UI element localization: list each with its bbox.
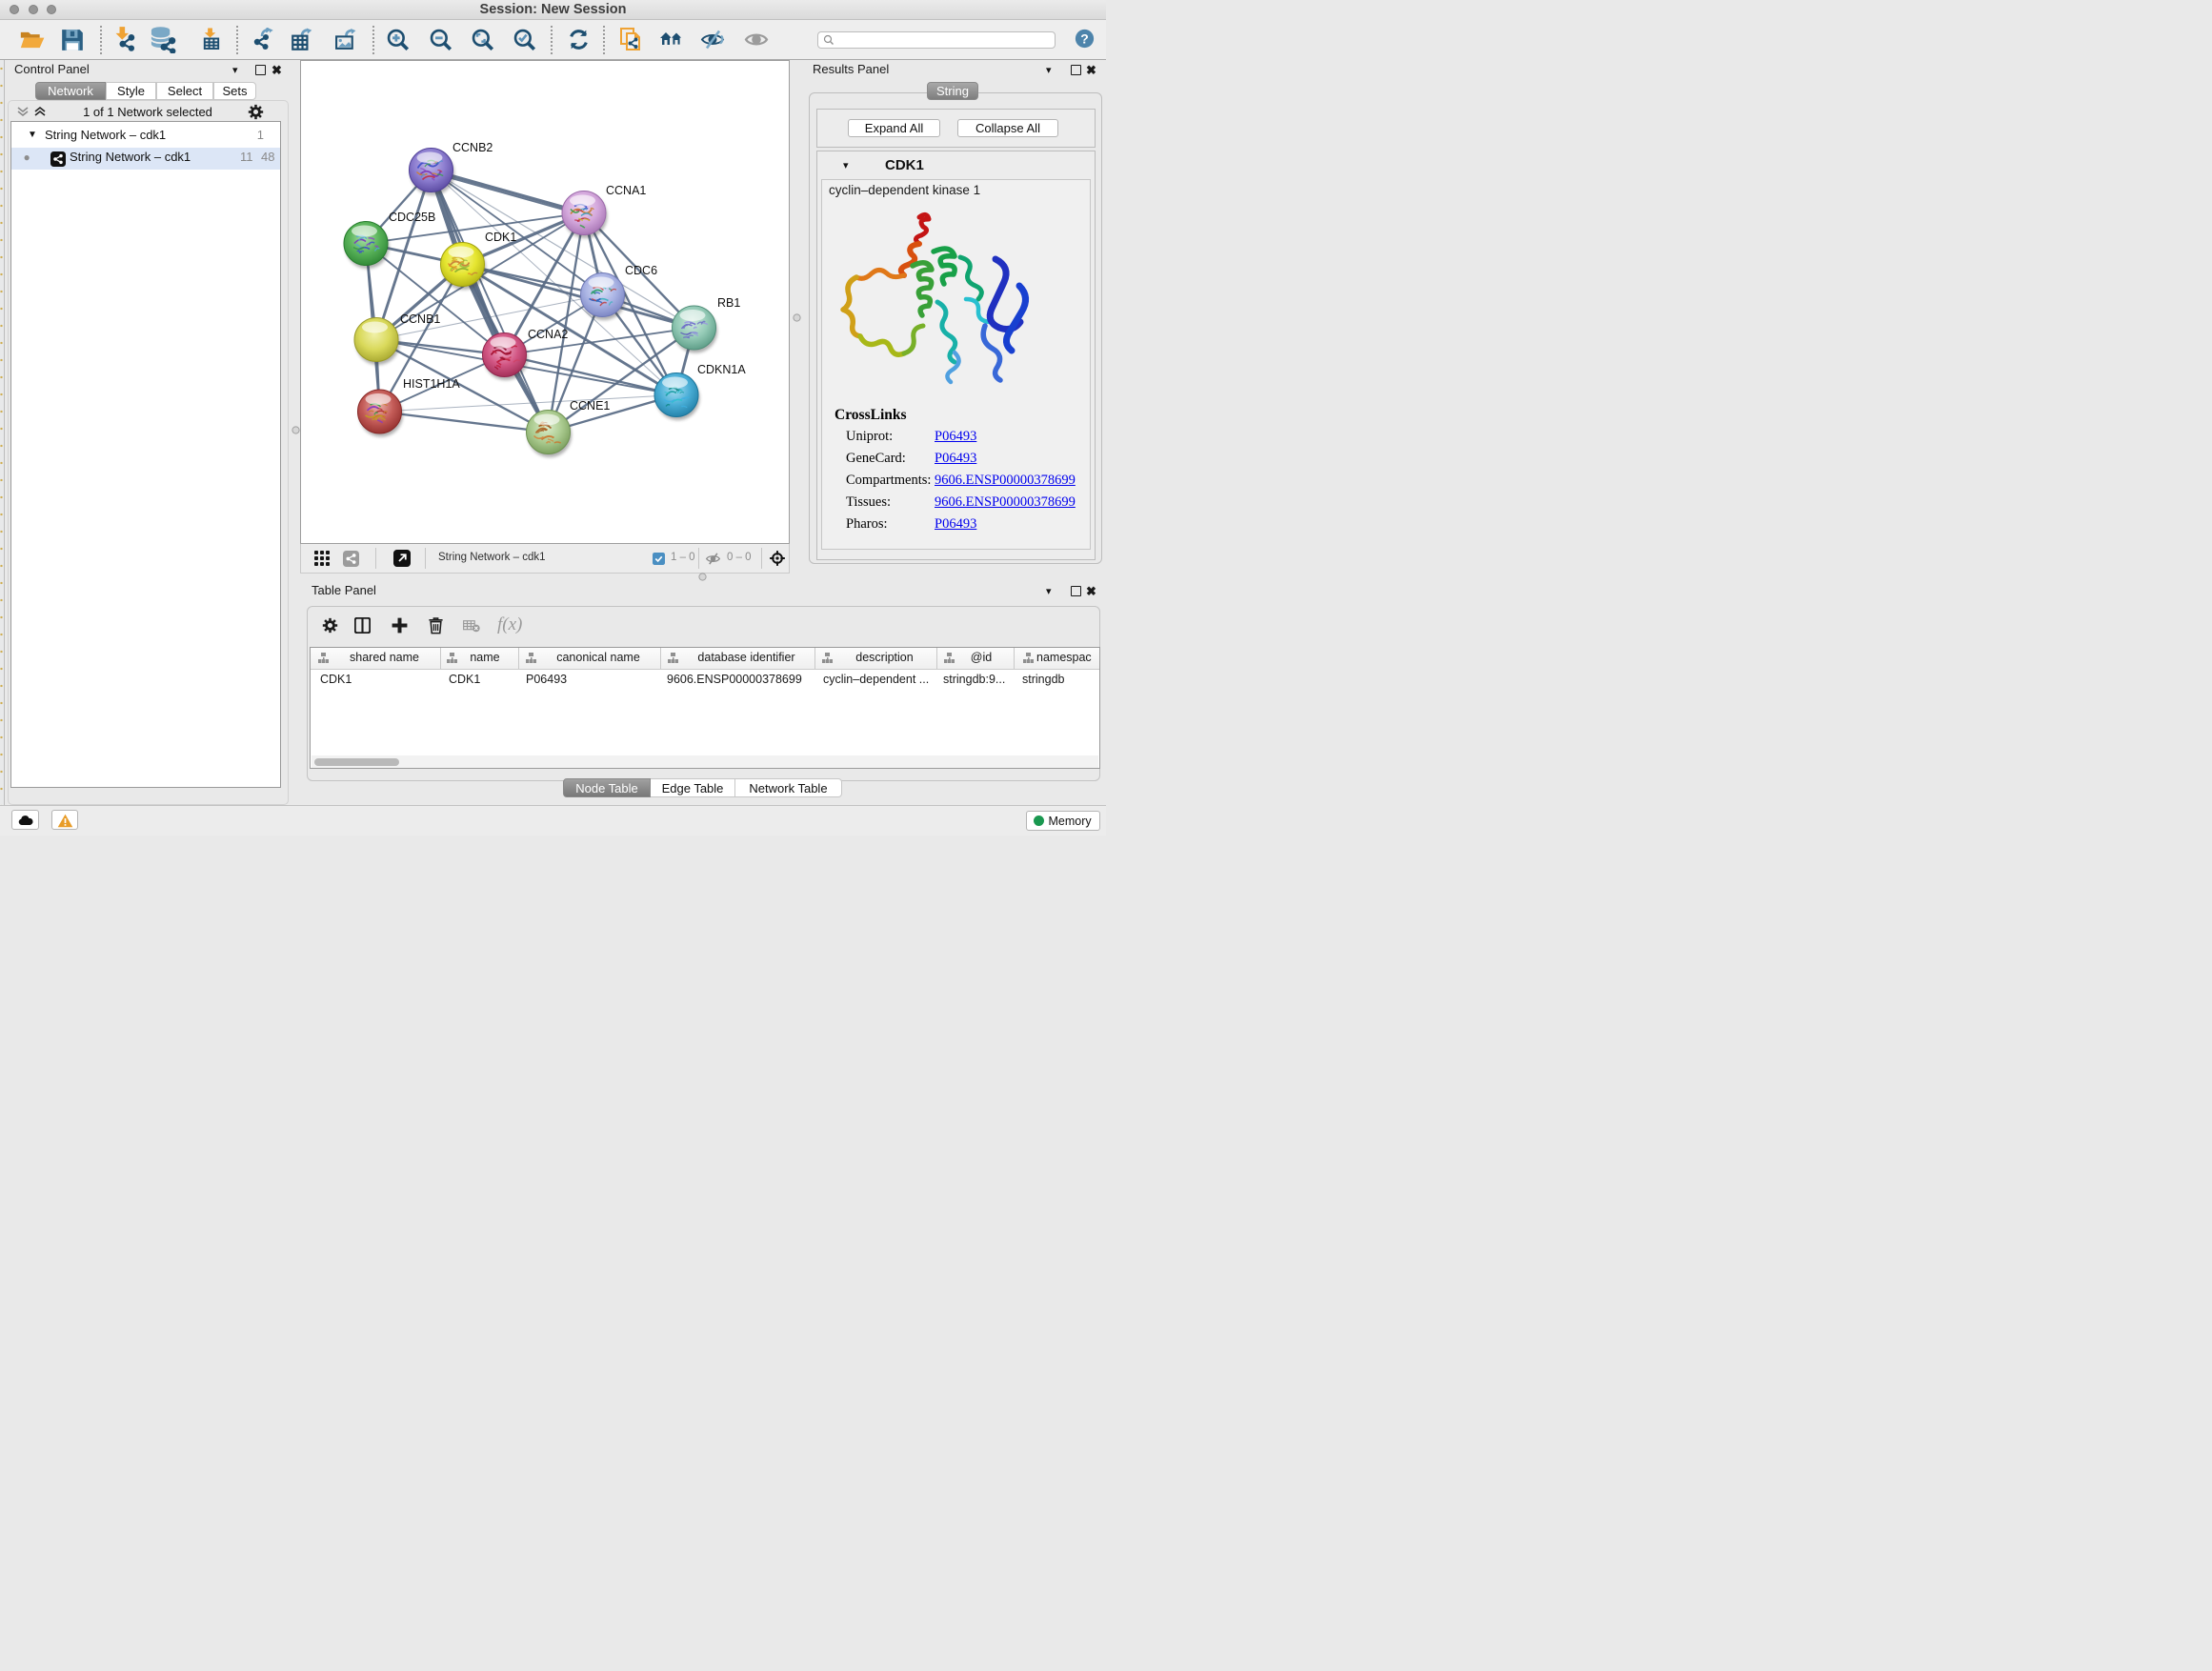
svg-text:CDK1: CDK1 <box>485 231 516 244</box>
svg-text:CCNB1: CCNB1 <box>400 312 440 326</box>
svg-text:RB1: RB1 <box>717 296 740 310</box>
svg-text:CCNE1: CCNE1 <box>570 399 610 413</box>
svg-text:CDC25B: CDC25B <box>389 211 435 224</box>
svg-text:CCNA2: CCNA2 <box>528 328 568 341</box>
svg-text:?: ? <box>1080 30 1089 46</box>
svg-text:CCNA1: CCNA1 <box>606 184 646 197</box>
svg-text:CDC6: CDC6 <box>625 264 657 277</box>
svg-text:HIST1H1A: HIST1H1A <box>403 377 460 391</box>
svg-text:CCNB2: CCNB2 <box>452 141 493 154</box>
svg-text:CDKN1A: CDKN1A <box>697 363 746 376</box>
